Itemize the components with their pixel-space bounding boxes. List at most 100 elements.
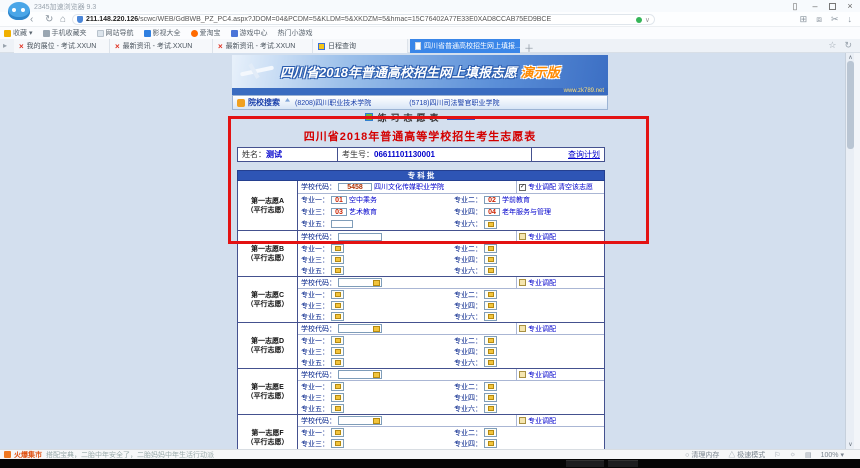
bookmark-mobile-favorites[interactable]: 手机收藏夹	[43, 28, 87, 38]
major-2-input[interactable]	[484, 382, 497, 391]
sheet-help-link[interactable]	[447, 119, 475, 120]
major-2-input[interactable]	[484, 336, 497, 345]
bookmark-favorites[interactable]: 收藏 ▾	[4, 28, 33, 38]
picker-icon[interactable]	[488, 441, 494, 446]
major-3-input[interactable]	[331, 347, 344, 356]
flag-icon[interactable]: ⚐	[774, 451, 780, 459]
picker-icon[interactable]	[335, 441, 341, 446]
school-code-input[interactable]	[338, 324, 382, 333]
major-2-input[interactable]	[484, 290, 497, 299]
major-5-input[interactable]	[331, 312, 344, 321]
picker-icon[interactable]	[335, 395, 341, 400]
home-icon[interactable]: ⌂	[60, 13, 66, 26]
major-3-input[interactable]	[331, 393, 344, 402]
promo-text[interactable]: 搭配宝典，二胎中年安全了，二胎妈妈中年生活行动派	[46, 450, 214, 460]
major-3-input[interactable]: 03	[331, 208, 347, 216]
school-name-link[interactable]: 四川文化传媒职业学院	[374, 182, 444, 192]
major-4-input[interactable]	[484, 255, 497, 264]
major-1-input[interactable]	[331, 244, 344, 253]
back-icon[interactable]: ‹	[30, 13, 33, 26]
speed-mode-button[interactable]: △ 极速模式	[728, 450, 765, 460]
school-code-input[interactable]	[338, 278, 382, 287]
scrollbar[interactable]: ∧ ∨	[845, 53, 854, 449]
college-link-1[interactable]: (8208)四川职业技术学院	[295, 98, 371, 108]
bookmark-game-center[interactable]: 游戏中心	[231, 28, 268, 38]
bookmark-site-nav[interactable]: 网站导航	[97, 28, 134, 38]
query-plan-link[interactable]: 查询计划	[568, 149, 600, 160]
tab-active[interactable]: 四川省普通高校招生网上填报... ×	[410, 39, 520, 53]
major-2-input[interactable]	[484, 428, 497, 437]
picker-icon[interactable]	[488, 349, 494, 354]
adjust-checkbox[interactable]	[519, 233, 526, 240]
bookmark-video[interactable]: 影视大全	[144, 28, 181, 38]
panel-icon[interactable]: ▤	[805, 451, 812, 459]
major-3-input[interactable]	[331, 301, 344, 310]
picker-icon[interactable]	[335, 292, 341, 297]
gear-icon[interactable]: ☼	[790, 451, 796, 458]
tab-list-icon[interactable]: ▸	[3, 41, 7, 50]
major-1-input[interactable]	[331, 428, 344, 437]
address-dropdown-icon[interactable]: ∨	[645, 16, 650, 24]
major-6-input[interactable]	[484, 266, 497, 275]
major-6-input[interactable]	[484, 312, 497, 321]
download-icon[interactable]: ↓	[848, 13, 853, 26]
picker-icon[interactable]	[373, 326, 380, 332]
tab-1[interactable]: × 我的展位 - 考试.XXUN	[14, 39, 110, 53]
major-1-input[interactable]: 01	[331, 196, 347, 204]
major-6-input[interactable]	[484, 358, 497, 367]
picker-icon[interactable]	[488, 338, 494, 343]
bookmark-taobao[interactable]: 爱淘宝	[191, 28, 221, 38]
picker-icon[interactable]	[373, 418, 380, 424]
major-5-input[interactable]	[331, 266, 344, 275]
picker-icon[interactable]	[488, 303, 494, 308]
picker-icon[interactable]	[488, 384, 494, 389]
picker-icon[interactable]	[335, 338, 341, 343]
picker-icon[interactable]	[488, 292, 494, 297]
picker-icon[interactable]	[335, 384, 341, 389]
major-4-input[interactable]	[484, 439, 497, 448]
memory-clean-button[interactable]: ○ 清理内存	[685, 450, 719, 460]
school-code-input[interactable]: 5458	[338, 183, 372, 191]
picker-icon[interactable]	[335, 257, 341, 262]
adjust-checkbox[interactable]	[519, 417, 526, 424]
major-1-input[interactable]	[331, 382, 344, 391]
major-6-input[interactable]	[484, 404, 497, 413]
major-3-input[interactable]	[331, 255, 344, 264]
picker-icon[interactable]	[488, 406, 494, 411]
adjust-checkbox[interactable]: ✓	[519, 184, 526, 191]
picker-icon[interactable]	[335, 268, 341, 273]
picker-icon[interactable]	[488, 430, 494, 435]
stepper-icon[interactable]	[285, 98, 290, 107]
tab-4[interactable]: 日程查询	[313, 39, 408, 53]
close-button[interactable]: ×	[844, 1, 856, 11]
major-4-input[interactable]	[484, 301, 497, 310]
favorite-star-icon[interactable]: ☆	[828, 40, 836, 51]
bookmark-hot-games[interactable]: 热门小游戏	[278, 28, 313, 38]
picker-icon[interactable]	[335, 349, 341, 354]
reload-icon[interactable]: ↻	[844, 40, 852, 51]
scrollbar-thumb[interactable]	[847, 61, 854, 149]
major-4-input[interactable]	[484, 347, 497, 356]
college-link-2[interactable]: (5718)四川司法警官职业学院	[409, 98, 499, 108]
major-3-input[interactable]	[331, 439, 344, 448]
picker-icon[interactable]	[488, 314, 494, 319]
taskbar-item[interactable]	[608, 460, 638, 467]
picker-icon[interactable]	[335, 360, 341, 365]
apps-grid-icon[interactable]: ⊞	[800, 13, 808, 26]
adjust-checkbox[interactable]	[519, 279, 526, 286]
picker-icon[interactable]	[335, 303, 341, 308]
minimize-button[interactable]: –	[809, 1, 821, 11]
picker-icon[interactable]	[335, 406, 341, 411]
screenshot-icon[interactable]: ⧈	[816, 13, 822, 26]
major-1-input[interactable]	[331, 336, 344, 345]
picker-icon[interactable]	[488, 268, 494, 273]
windows-taskbar[interactable]	[0, 459, 860, 468]
adjust-checkbox[interactable]	[519, 325, 526, 332]
phone-sync-icon[interactable]: ▯	[789, 1, 801, 11]
picker-icon[interactable]	[488, 257, 494, 262]
major-6-input[interactable]	[484, 220, 497, 229]
clear-volunteer-link[interactable]: 清空该志愿	[558, 182, 593, 192]
taskbar-item[interactable]	[566, 460, 604, 467]
major-4-input[interactable]	[484, 393, 497, 402]
refresh-icon[interactable]: ↻	[45, 13, 53, 26]
